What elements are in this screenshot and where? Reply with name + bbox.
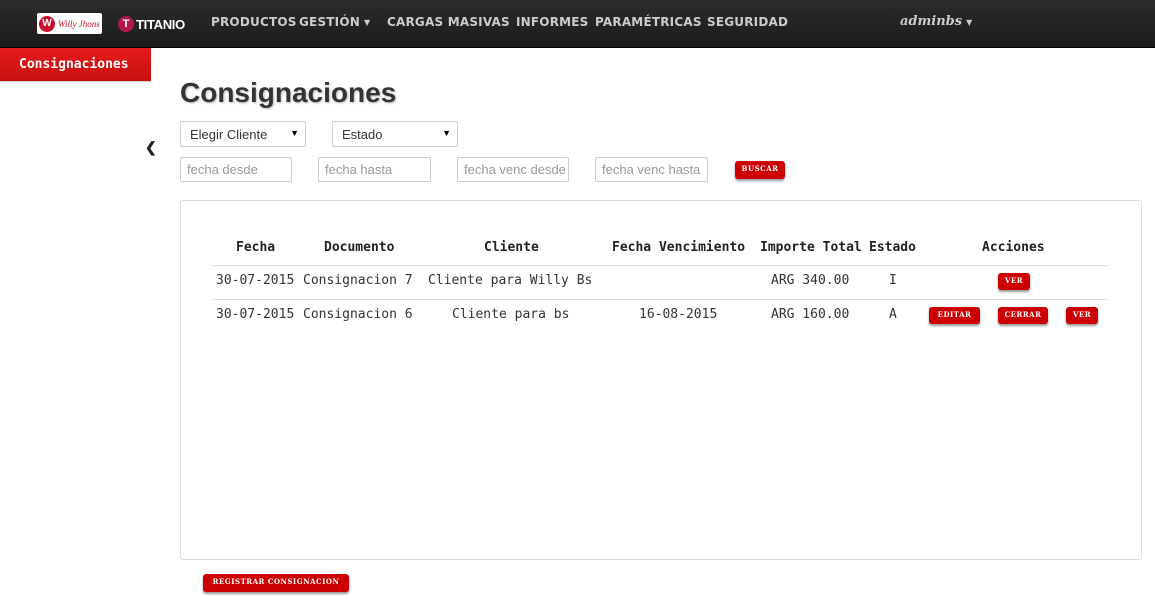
cell-cliente: Cliente para bs (452, 307, 570, 322)
titanio-logo[interactable]: T TITANIO (118, 15, 185, 33)
estado-select-value: Estado (342, 127, 383, 142)
titanio-logo-icon: T (118, 16, 134, 32)
top-navbar: W Willy Jhons T TITANIO PRODUCTOS GESTIÓ… (0, 0, 1155, 48)
cerrar-button[interactable]: CERRAR (998, 307, 1048, 324)
nav-gestion[interactable]: GESTIÓN ▼ (299, 15, 370, 29)
page-title: Consignaciones (180, 77, 397, 108)
th-cliente: Cliente (484, 240, 539, 255)
fecha-venc-desde-input[interactable]: fecha venc desde (457, 157, 569, 182)
th-estado: Estado (869, 240, 916, 255)
cliente-select[interactable]: Elegir Cliente ▼ (180, 121, 306, 147)
willy-jhons-logo-icon: W (39, 15, 55, 32)
cell-fecha-vencimiento: 16-08-2015 (639, 307, 718, 322)
user-name: adminbs (900, 14, 963, 29)
cell-estado: A (889, 307, 897, 322)
fecha-desde-input[interactable]: fecha desde (180, 157, 292, 182)
fecha-hasta-input[interactable]: fecha hasta (318, 157, 431, 182)
chevron-left-icon[interactable]: ❮ (145, 139, 157, 156)
th-acciones: Acciones (982, 240, 1045, 255)
buscar-button[interactable]: BUSCAR (735, 161, 785, 179)
th-documento: Documento (324, 240, 395, 255)
cell-documento: Consignacion 7 (303, 273, 413, 288)
cell-documento: Consignacion 6 (303, 307, 413, 322)
nav-informes[interactable]: INFORMES (516, 15, 589, 29)
editar-button[interactable]: EDITAR (929, 307, 980, 324)
sidebar-item-consignaciones[interactable]: Consignaciones (0, 48, 151, 82)
th-fecha-vencimiento: Fecha Vencimiento (612, 240, 746, 255)
cell-fecha: 30-07-2015 (216, 307, 295, 322)
sidebar: Consignaciones (0, 48, 151, 612)
th-fecha: Fecha (236, 240, 276, 255)
th-importe-total: Importe Total (760, 240, 862, 255)
table-divider (212, 299, 1108, 300)
nav-seguridad[interactable]: SEGURIDAD (707, 15, 788, 29)
cell-fecha: 30-07-2015 (216, 273, 295, 288)
cell-estado: I (889, 273, 897, 288)
fecha-venc-hasta-input[interactable]: fecha venc hasta (595, 157, 708, 182)
nav-cargas-masivas[interactable]: CARGAS MASIVAS (387, 15, 510, 29)
cell-importe: ARG 340.00 (771, 273, 850, 288)
ver-button[interactable]: VER (998, 273, 1030, 290)
ver-button[interactable]: VER (1066, 307, 1098, 324)
willy-jhons-logo-text: Willy Jhons (58, 18, 100, 29)
cell-cliente: Cliente para Willy Bs (428, 273, 593, 288)
cell-importe: ARG 160.00 (771, 307, 850, 322)
cliente-select-value: Elegir Cliente (190, 127, 268, 142)
titanio-logo-text: TITANIO (136, 16, 185, 32)
caret-down-icon: ▼ (966, 16, 973, 27)
user-menu[interactable]: adminbs ▼ (900, 14, 972, 29)
estado-select[interactable]: Estado ▼ (332, 121, 458, 147)
select-arrow-icon: ▼ (442, 128, 451, 138)
select-arrow-icon: ▼ (290, 128, 299, 138)
willy-jhons-logo[interactable]: W Willy Jhons (37, 13, 102, 34)
nav-productos[interactable]: PRODUCTOS (211, 15, 297, 29)
table-divider (212, 265, 1108, 266)
registrar-consignacion-button[interactable]: REGISTRAR CONSIGNACION (203, 574, 349, 592)
nav-gestion-label: GESTIÓN (299, 15, 360, 29)
caret-down-icon: ▼ (363, 18, 371, 27)
nav-parametricas[interactable]: PARAMÉTRICAS (595, 15, 702, 29)
